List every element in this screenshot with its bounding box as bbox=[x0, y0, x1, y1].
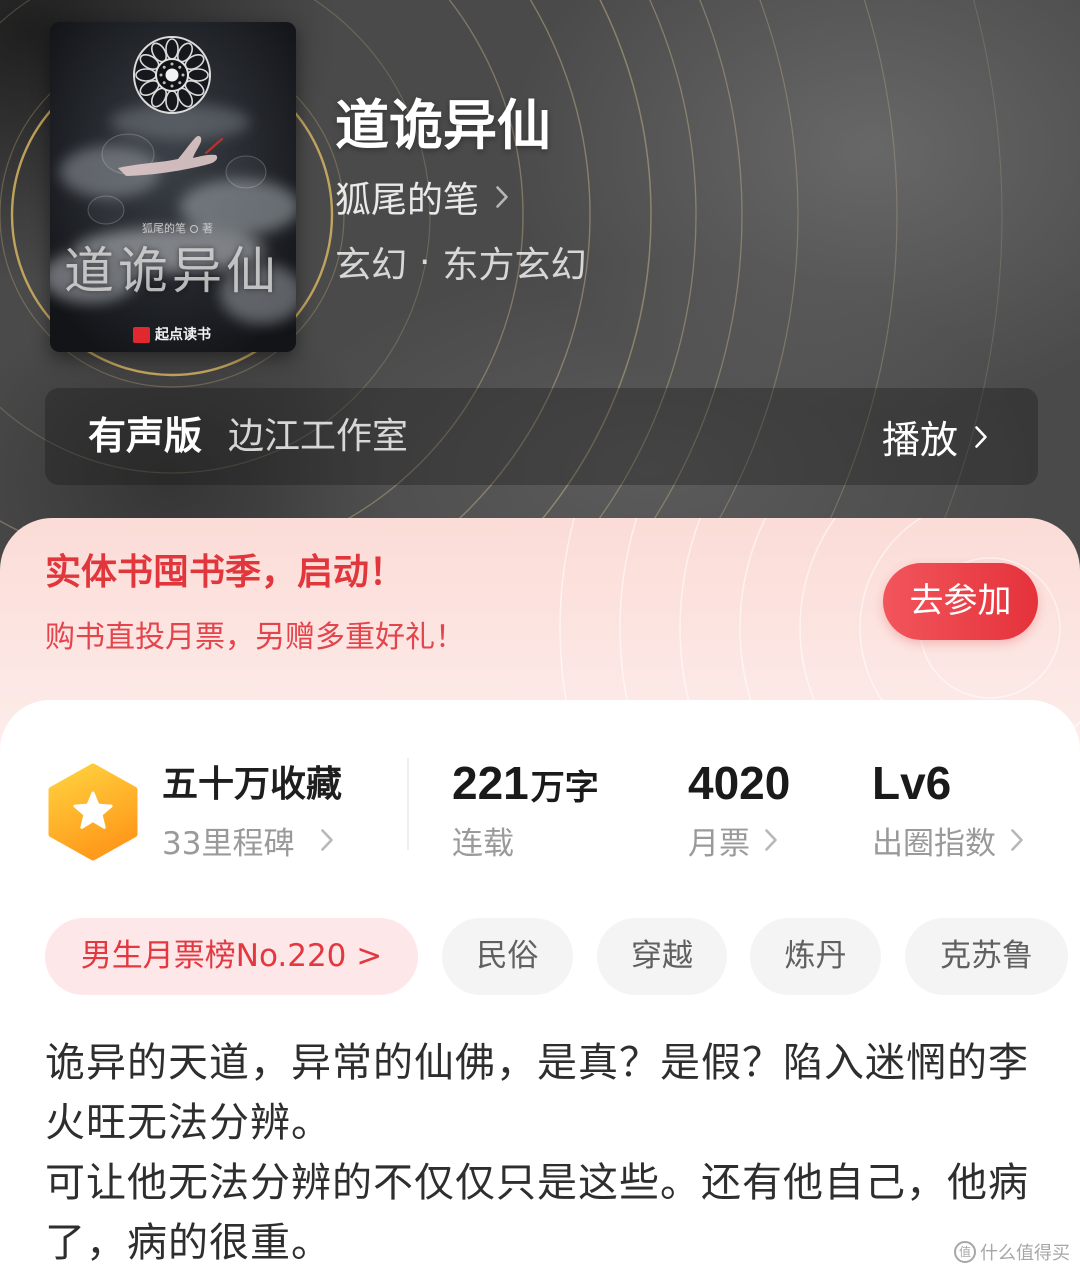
tag-ranking[interactable]: 男生月票榜No.220 > bbox=[45, 918, 418, 995]
chevron-stroke bbox=[1011, 829, 1023, 851]
chevron-stroke bbox=[321, 829, 334, 851]
monthly-ticket-label: 月票 bbox=[688, 825, 750, 862]
tag-cthulhu[interactable]: 克苏鲁 bbox=[905, 918, 1068, 995]
cover-author-line: 狐尾的笔 著 bbox=[142, 222, 213, 236]
chevron-stroke bbox=[975, 425, 987, 448]
mandala-pearl bbox=[165, 68, 179, 82]
mandala-emblem bbox=[133, 36, 211, 114]
word-count: 221万字 bbox=[452, 755, 599, 816]
mandala-dot bbox=[162, 81, 166, 85]
star-hexagon-icon bbox=[48, 763, 138, 861]
genre-line[interactable]: 玄幻 · 东方玄幻 bbox=[335, 237, 586, 287]
book-header: 狐尾的笔著 道诡异仙 起点读书 道诡异仙 狐尾的笔 玄幻 · 东方玄幻 有声版 … bbox=[0, 0, 1080, 600]
chevron-right-icon bbox=[495, 185, 509, 209]
chevron-right-icon bbox=[764, 828, 778, 852]
tag-folklore[interactable]: 民俗 bbox=[442, 918, 573, 995]
watermark: 值 什么值得买 bbox=[954, 1238, 1072, 1266]
chevron-right-icon bbox=[1010, 828, 1024, 852]
collection-count: 五十万收藏 bbox=[162, 764, 343, 805]
tag-alchemy[interactable]: 炼丹 bbox=[750, 918, 881, 995]
synopsis-paragraph: 诡异的天道，异常的仙佛，是真？是假？陷入迷惘的李火旺无法分辨。 bbox=[45, 1040, 1029, 1146]
publisher-logo: 起点读书 bbox=[133, 324, 211, 343]
milestone-count: 33里程碑 bbox=[162, 825, 295, 862]
author-name: 狐尾的笔 bbox=[335, 180, 480, 221]
book-title: 道诡异仙 bbox=[335, 94, 551, 157]
chevron-right-icon bbox=[320, 828, 334, 852]
mandala-dot bbox=[159, 73, 163, 77]
join-button[interactable]: 去参加 bbox=[883, 563, 1038, 640]
subcategory-label: 东方玄幻 bbox=[442, 245, 587, 286]
chevron-right-glyph bbox=[765, 829, 777, 851]
synopsis-paragraph: 可让他无法分辨的不仅仅只是这些。还有他自己，他病了，病的很重。 bbox=[45, 1160, 1029, 1266]
stats-divider bbox=[407, 758, 409, 850]
word-count-unit: 万字 bbox=[530, 768, 599, 808]
chevron-right-glyph bbox=[975, 425, 987, 448]
chevron-right-glyph bbox=[1011, 829, 1023, 851]
serial-status-label: 连载 bbox=[452, 825, 514, 862]
genre-separator: · bbox=[419, 241, 431, 283]
cover-author-suffix: 著 bbox=[202, 222, 213, 235]
book-cover[interactable]: 狐尾的笔 著 道诡异仙 起点读书 bbox=[50, 22, 296, 352]
cover-bubble bbox=[225, 155, 267, 189]
book-synopsis[interactable]: 诡异的天道，异常的仙佛，是真？是假？陷入迷惘的李火旺无法分辨。 可让他无法分辨的… bbox=[45, 1033, 1037, 1273]
cover-title: 道诡异仙 bbox=[64, 242, 280, 300]
cover-bubble bbox=[87, 195, 125, 225]
mandala-dot bbox=[170, 62, 174, 66]
audiobook-studio: 边江工作室 bbox=[228, 416, 409, 457]
mandala-dot bbox=[178, 81, 182, 85]
word-count-value: 221 bbox=[452, 757, 529, 809]
promo-subtitle: 购书直投月票，另赠多重好礼！ bbox=[45, 620, 465, 655]
author-link[interactable]: 狐尾的笔 bbox=[335, 172, 509, 222]
mandala-dot bbox=[178, 65, 182, 69]
mandala-dot bbox=[170, 84, 174, 88]
promo-title: 实体书囤书季，启动！ bbox=[45, 552, 406, 593]
play-button[interactable]: 播放 bbox=[882, 388, 988, 485]
influence-link[interactable]: 出圈指数 bbox=[872, 820, 1024, 862]
monthly-ticket-link[interactable]: 月票 bbox=[688, 820, 778, 862]
monthly-ticket-count: 4020 bbox=[688, 757, 791, 809]
audiobook-bar[interactable]: 有声版 边江工作室 播放 bbox=[45, 388, 1038, 485]
mandala-dot bbox=[181, 73, 185, 77]
watermark-badge: 值 bbox=[954, 1241, 976, 1263]
star-hexagon-glyph bbox=[48, 763, 138, 861]
mandala-dot bbox=[162, 65, 166, 69]
publisher-name: 起点读书 bbox=[155, 326, 211, 343]
watermark-text: 什么值得买 bbox=[980, 1243, 1070, 1264]
tag-row: 男生月票榜No.220 > 民俗 穿越 炼丹 克苏鲁 bbox=[45, 918, 1070, 995]
book-info-card: 五十万收藏 33里程碑 221万字 连载 4020 月票 Lv6 出圈指数 男生… bbox=[0, 700, 1080, 1275]
chevron-right-icon bbox=[974, 425, 988, 449]
chevron-right-glyph bbox=[496, 186, 508, 208]
influence-label: 出圈指数 bbox=[872, 825, 996, 862]
chevron-stroke bbox=[496, 186, 508, 208]
seal-icon bbox=[190, 225, 198, 233]
cover-author-name: 狐尾的笔 bbox=[142, 222, 186, 235]
tag-time-travel[interactable]: 穿越 bbox=[597, 918, 727, 995]
category-label: 玄幻 bbox=[335, 245, 408, 286]
milestone-link[interactable]: 33里程碑 bbox=[162, 820, 334, 862]
publisher-logo-icon bbox=[133, 326, 150, 343]
chevron-right-glyph bbox=[321, 829, 334, 851]
serial-status: 连载 bbox=[452, 820, 514, 862]
play-label: 播放 bbox=[881, 418, 958, 462]
cover-artwork bbox=[50, 22, 296, 352]
chevron-stroke bbox=[765, 829, 777, 851]
audiobook-label: 有声版 bbox=[88, 414, 203, 458]
influence-level: Lv6 bbox=[872, 757, 952, 809]
